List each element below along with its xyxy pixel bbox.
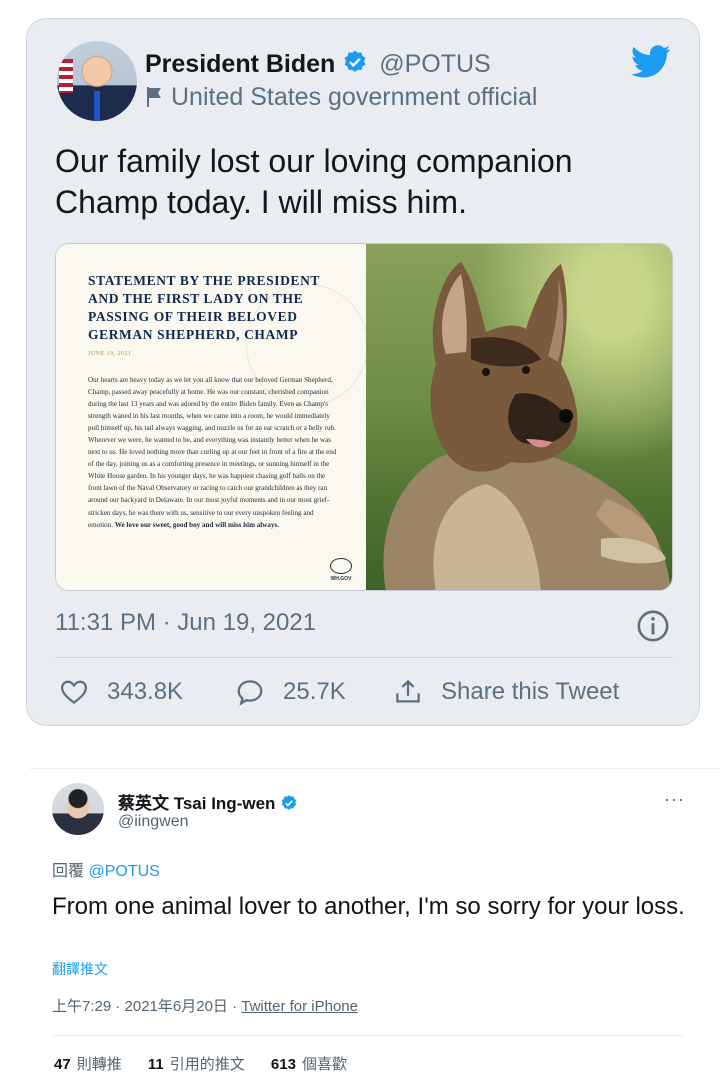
statement-body: Our hearts are heavy today as we let you… (88, 374, 338, 531)
quotes-label: 引用的推文 (169, 1056, 245, 1073)
info-icon[interactable] (636, 609, 670, 643)
flag-icon (147, 87, 161, 107)
author-name[interactable]: President Biden (145, 50, 335, 78)
reply-action[interactable]: 25.7K (235, 677, 346, 707)
divider (55, 657, 673, 658)
dog-photo (366, 244, 672, 590)
verified-badge-icon (281, 795, 297, 810)
heart-icon (60, 680, 88, 705)
twitter-bird-icon[interactable] (631, 45, 671, 79)
retweets-stat[interactable]: 47 則轉推 (54, 1056, 122, 1073)
like-action[interactable]: 343.8K (59, 677, 183, 707)
divider (52, 1035, 684, 1036)
flag-decoration (59, 59, 73, 93)
wh-logo: WH.GOV (326, 558, 356, 582)
reply-to-link[interactable]: @POTUS (88, 863, 159, 880)
like-count: 343.8K (107, 678, 184, 705)
government-label: United States government official (145, 83, 537, 112)
share-label: Share this Tweet (441, 678, 620, 705)
tweet-stats: 47 則轉推 11 引用的推文 613 個喜歡 (54, 1053, 369, 1074)
tweet-text: From one animal lover to another, I'm so… (52, 893, 685, 920)
translate-link[interactable]: 翻譯推文 (52, 959, 108, 979)
reply-tweet-card[interactable]: 蔡英文 Tsai Ing-wen @iingwen ··· 回覆 @POTUS … (30, 768, 720, 1080)
wh-logo-text: WH.GOV (330, 576, 352, 582)
author-name-row: President Biden @POTUS (145, 49, 491, 82)
quotes-stat[interactable]: 11 引用的推文 (148, 1056, 245, 1073)
replying-to: 回覆 @POTUS (52, 857, 160, 881)
retweets-label: 則轉推 (76, 1056, 122, 1073)
potus-tweet-card[interactable]: President Biden @POTUS United States gov… (26, 18, 700, 726)
statement-body-text: Our hearts are heavy today as we let you… (88, 376, 337, 529)
author-name-row: 蔡英文 Tsai Ing-wen (118, 789, 298, 814)
government-label-text: United States government official (171, 83, 538, 111)
author-handle[interactable]: @iingwen (118, 813, 189, 831)
tweet-media[interactable]: Statement by the President and the First… (55, 243, 673, 591)
tweet-timestamp[interactable]: 11:31 PM · Jun 19, 2021 (55, 609, 316, 637)
reply-icon (237, 680, 263, 706)
statement-image: Statement by the President and the First… (56, 244, 368, 590)
white-house-icon (330, 558, 352, 574)
more-options-icon[interactable]: ··· (664, 789, 685, 810)
tie-decoration (94, 91, 100, 121)
likes-stat[interactable]: 613 個喜歡 (271, 1056, 347, 1073)
quotes-count: 11 (147, 1056, 164, 1073)
likes-count: 613 (270, 1056, 296, 1073)
reply-count: 25.7K (283, 678, 346, 705)
german-shepherd-illustration (383, 262, 671, 590)
tweet-meta: 上午7:29 · 2021年6月20日 · Twitter for iPhone (52, 995, 358, 1016)
retweets-count: 47 (54, 1056, 71, 1073)
likes-label: 個喜歡 (301, 1056, 347, 1073)
tweet-time[interactable]: 上午7:29 · 2021年6月20日 · (52, 998, 241, 1015)
statement-closing: We love our sweet, good boy and will mis… (114, 520, 280, 529)
statement-title: Statement by the President and the First… (88, 273, 320, 342)
share-action[interactable]: Share this Tweet (393, 677, 619, 707)
author-handle[interactable]: @POTUS (379, 50, 491, 78)
verified-badge-icon (342, 49, 368, 82)
tweet-source[interactable]: Twitter for iPhone (241, 998, 358, 1015)
reply-prefix: 回覆 (52, 863, 85, 880)
tweet-text: Our family lost our loving companion Cha… (55, 143, 573, 220)
statement-date: JUNE 19, 2021 (88, 351, 132, 357)
tsai-avatar[interactable] (52, 783, 104, 835)
potus-avatar[interactable] (57, 41, 137, 121)
author-name[interactable]: 蔡英文 Tsai Ing-wen (118, 794, 275, 813)
share-icon (396, 679, 420, 703)
